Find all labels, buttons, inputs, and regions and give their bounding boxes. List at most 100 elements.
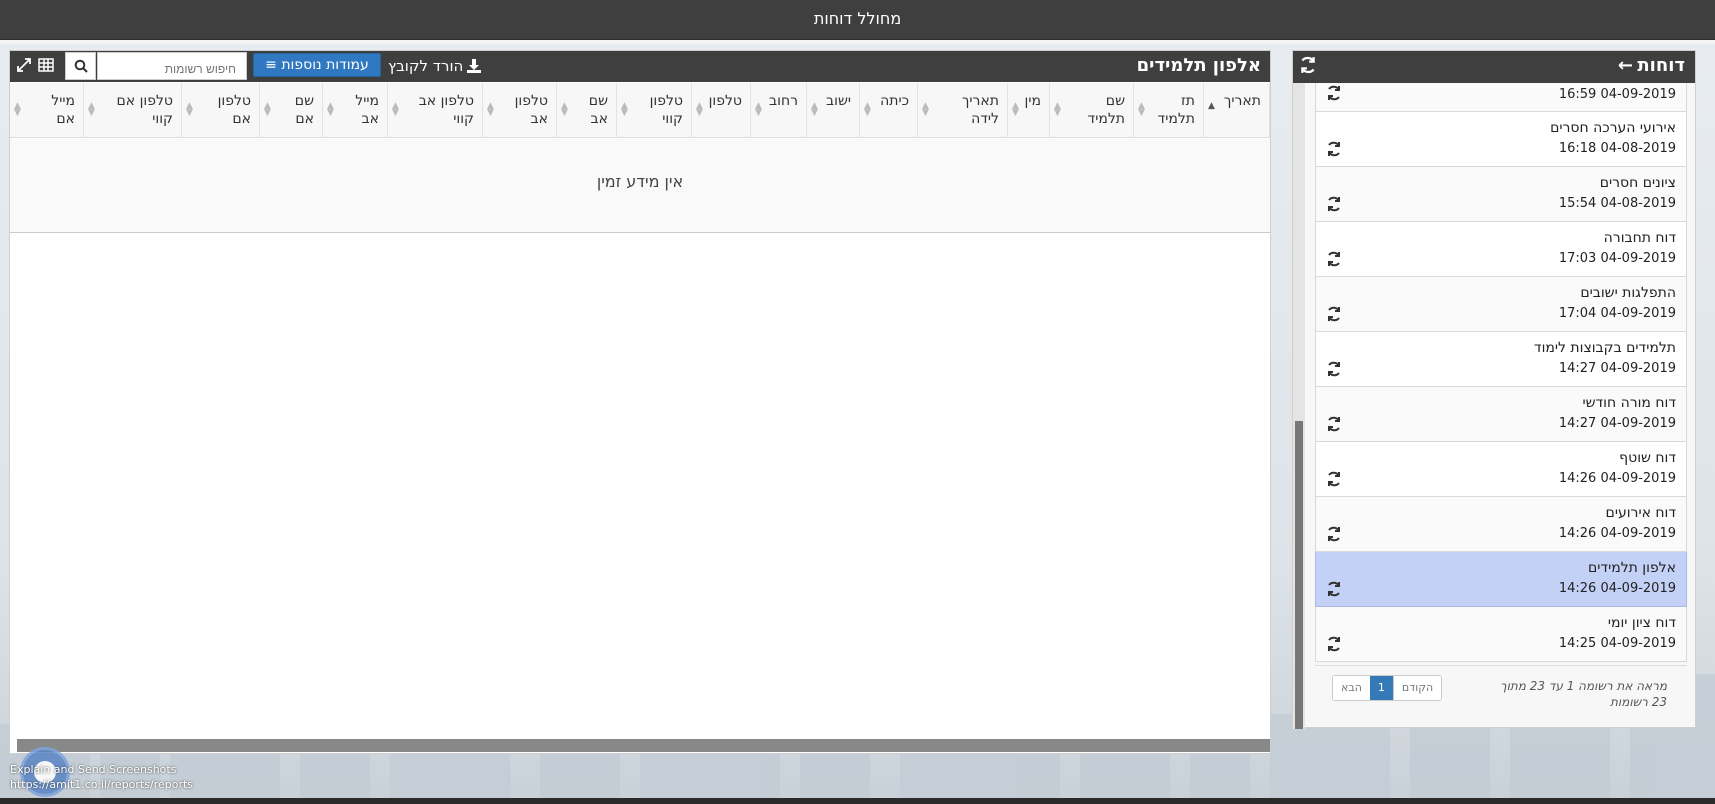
prev-page-button[interactable]: הקודם xyxy=(1392,676,1442,700)
column-header[interactable]: רחוב ▲ ▼ xyxy=(751,83,807,138)
sort-icon[interactable]: ▲ ▼ xyxy=(922,102,929,118)
expand-icon[interactable] xyxy=(16,57,32,73)
report-item-selected[interactable]: אלפון תלמידים 14:26 04-09-2019 xyxy=(1315,552,1687,607)
report-date: 16:59 04-09-2019 xyxy=(1558,87,1676,102)
report-date: 14:25 04-09-2019 xyxy=(1558,636,1676,651)
url-label: https://amit1.co.il/reports/reports xyxy=(10,778,194,791)
column-header[interactable]: כיתה ▲ ▼ xyxy=(860,83,918,138)
column-label: תז תלמיד xyxy=(1157,93,1195,127)
sort-icon[interactable]: ▲ ▼ xyxy=(327,102,334,118)
sort-icon[interactable]: ▲ ▼ xyxy=(1012,102,1019,118)
refresh-icon[interactable] xyxy=(1326,636,1342,652)
search-icon xyxy=(74,59,88,73)
sort-icon[interactable]: ▲ ▼ xyxy=(186,102,193,118)
refresh-icon[interactable] xyxy=(1326,251,1342,267)
sort-icon[interactable]: ▲ ▼ xyxy=(561,102,568,118)
refresh-icon[interactable] xyxy=(1326,361,1342,377)
sort-icon[interactable]: ▲ ▼ xyxy=(264,102,271,118)
report-item[interactable]: תלמידים בקבוצות לימוד 14:27 04-09-2019 xyxy=(1315,332,1687,387)
sort-asc-icon[interactable]: ▲ xyxy=(1208,102,1215,111)
column-label: שם אם xyxy=(294,93,314,127)
report-item[interactable]: דוח מורה חודשי 14:27 04-09-2019 xyxy=(1315,387,1687,442)
search-input[interactable] xyxy=(97,52,247,80)
report-item[interactable]: דוח תחבורה 17:03 04-09-2019 xyxy=(1315,222,1687,277)
app-title: מחולל דוחות xyxy=(813,9,902,28)
refresh-icon[interactable] xyxy=(1326,306,1342,322)
column-label: שם אב xyxy=(588,93,608,127)
sort-icon[interactable]: ▲ ▼ xyxy=(1138,102,1145,118)
report-item[interactable]: דוח אירועים 14:26 04-09-2019 xyxy=(1315,497,1687,552)
app-title-bar: מחולל דוחות xyxy=(0,0,1715,40)
column-header[interactable]: טלפון ▲ ▼ xyxy=(692,83,751,138)
sort-icon[interactable]: ▲ ▼ xyxy=(88,102,95,118)
search-button[interactable] xyxy=(65,52,96,80)
refresh-icon[interactable] xyxy=(1299,56,1317,74)
report-name: אירועי הערכה חסרים xyxy=(1550,120,1676,136)
sort-icon[interactable]: ▲ ▼ xyxy=(392,102,399,118)
report-item[interactable]: ציונים חסרים 15:54 04-08-2019 xyxy=(1315,167,1687,222)
refresh-icon[interactable] xyxy=(1326,196,1342,212)
columns-label: עמודות נוספות xyxy=(281,57,369,73)
report-name: דוח אירועים xyxy=(1605,505,1676,521)
scrollbar-thumb[interactable] xyxy=(1295,421,1303,729)
next-page-button[interactable]: הבא xyxy=(1333,676,1370,700)
refresh-icon[interactable] xyxy=(1326,526,1342,542)
column-header[interactable]: טלפון אם קווי ▲ ▼ xyxy=(84,83,182,138)
column-header[interactable]: תאריך ▲ xyxy=(1204,83,1270,138)
arrow-left-icon[interactable]: ← xyxy=(1618,55,1633,76)
more-columns-button[interactable]: עמודות נוספות ≡ xyxy=(253,53,381,77)
download-button[interactable]: הורד לקובץ xyxy=(388,57,482,75)
sort-icon[interactable]: ▲ ▼ xyxy=(1054,102,1061,118)
report-item[interactable]: דוח ציון יומי 14:25 04-09-2019 xyxy=(1315,607,1687,662)
column-header[interactable]: טלפון אם ▲ ▼ xyxy=(182,83,260,138)
column-label: טלפון xyxy=(708,93,742,109)
refresh-icon[interactable] xyxy=(1326,416,1342,432)
report-date: 15:54 04-08-2019 xyxy=(1558,196,1676,211)
column-header[interactable]: שם תלמיד ▲ ▼ xyxy=(1050,83,1134,138)
column-header[interactable]: טלפון אב ▲ ▼ xyxy=(483,83,557,138)
column-header[interactable]: תז תלמיד ▲ ▼ xyxy=(1134,83,1204,138)
explain-label: Explain and Send Screenshots xyxy=(10,763,177,776)
column-header[interactable]: שם אם ▲ ▼ xyxy=(260,83,323,138)
report-name: דוח תחבורה xyxy=(1603,230,1676,246)
report-item[interactable]: אירועי הערכה חסרים 16:18 04-08-2019 xyxy=(1315,112,1687,167)
sort-icon[interactable]: ▲ ▼ xyxy=(755,102,762,118)
sort-icon[interactable]: ▲ ▼ xyxy=(487,102,494,118)
download-icon xyxy=(467,59,482,73)
table-icon[interactable] xyxy=(38,57,54,73)
column-header[interactable]: מייל אב ▲ ▼ xyxy=(323,83,388,138)
sort-icon[interactable]: ▲ ▼ xyxy=(621,102,628,118)
refresh-icon[interactable] xyxy=(1326,581,1342,597)
report-item[interactable]: 16:59 04-09-2019 xyxy=(1315,83,1687,112)
column-label: ישוב xyxy=(826,93,851,109)
sort-icon[interactable]: ▲ ▼ xyxy=(14,102,21,118)
column-label: טלפון קווי xyxy=(649,93,683,127)
report-item[interactable]: התפלגות ישובים 17:04 04-09-2019 xyxy=(1315,277,1687,332)
column-header[interactable]: מין ▲ ▼ xyxy=(1008,83,1050,138)
page-1-button[interactable]: 1 xyxy=(1369,676,1393,700)
reports-panel-header: דוחות ← xyxy=(1293,51,1695,83)
column-header[interactable]: שם אב ▲ ▼ xyxy=(557,83,617,138)
column-label: טלפון אם קווי xyxy=(116,93,173,127)
sort-icon[interactable]: ▲ ▼ xyxy=(696,102,703,118)
column-header[interactable]: תאריך לידה ▲ ▼ xyxy=(918,83,1008,138)
reports-scrollbar[interactable] xyxy=(1293,83,1305,729)
column-label: טלפון אם xyxy=(217,93,251,127)
refresh-icon[interactable] xyxy=(1326,85,1342,101)
column-label: כיתה xyxy=(880,93,909,109)
report-date: 17:03 04-09-2019 xyxy=(1558,251,1676,266)
column-header[interactable]: טלפון קווי ▲ ▼ xyxy=(617,83,692,138)
report-name: ציונים חסרים xyxy=(1599,175,1676,191)
bottom-bar xyxy=(0,798,1715,804)
column-header[interactable]: מייל אם ▲ ▼ xyxy=(10,83,84,138)
column-label: רחוב xyxy=(769,93,798,109)
sort-icon[interactable]: ▲ ▼ xyxy=(811,102,818,118)
horizontal-scrollbar[interactable] xyxy=(17,739,1270,752)
refresh-icon[interactable] xyxy=(1326,141,1342,157)
report-item[interactable]: דוח שוטף 14:26 04-09-2019 xyxy=(1315,442,1687,497)
column-header[interactable]: טלפון אב קווי ▲ ▼ xyxy=(388,83,483,138)
refresh-icon[interactable] xyxy=(1326,471,1342,487)
column-header[interactable]: ישוב ▲ ▼ xyxy=(807,83,860,138)
column-label: מין xyxy=(1024,93,1041,109)
sort-icon[interactable]: ▲ ▼ xyxy=(864,102,871,118)
